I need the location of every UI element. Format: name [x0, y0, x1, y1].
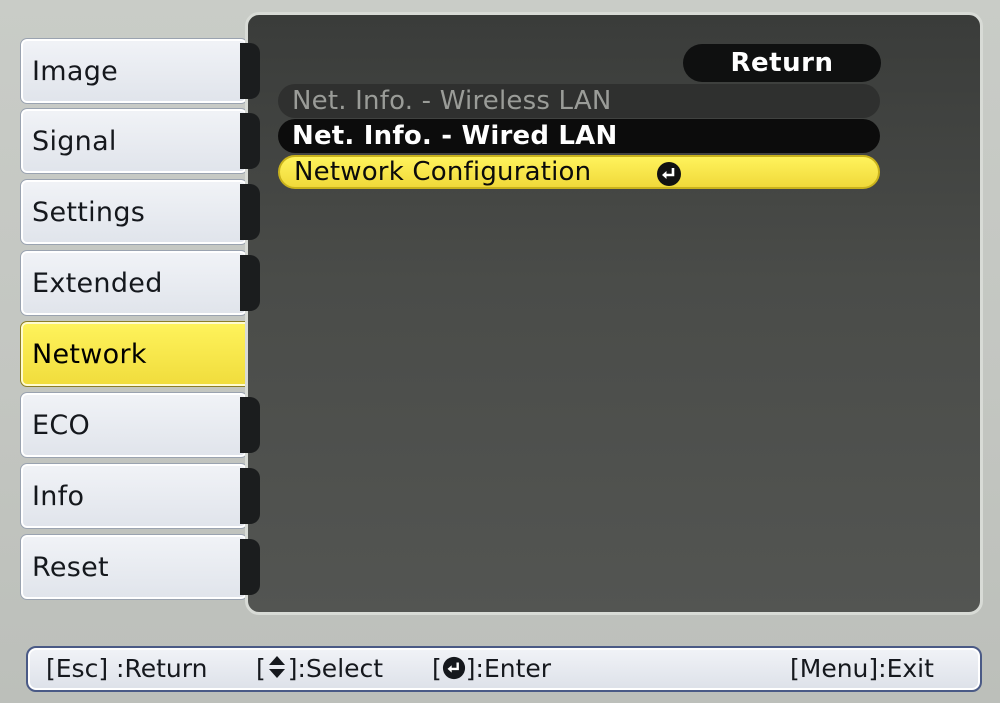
- tab-divider: [240, 468, 260, 524]
- tab-signal[interactable]: Signal: [20, 108, 248, 174]
- tab-reset[interactable]: Reset: [20, 534, 248, 600]
- enter-icon: [442, 656, 465, 680]
- tab-image[interactable]: Image: [20, 38, 248, 104]
- menu-key: [Menu]: [790, 654, 879, 683]
- esc-hint: [Esc] :Return: [46, 648, 207, 690]
- esc-action: :Return: [116, 654, 208, 683]
- menu-action: :Exit: [878, 654, 934, 683]
- select-hint: [ ]:Select: [256, 648, 383, 690]
- tab-label: Signal: [32, 126, 117, 157]
- enter-close: ]:Enter: [465, 654, 552, 683]
- enter-hint: [ ]:Enter: [432, 648, 551, 690]
- tab-divider: [240, 43, 260, 99]
- tab-divider: [240, 113, 260, 169]
- tab-divider: [240, 539, 260, 595]
- tab-label: ECO: [32, 410, 91, 441]
- tab-label: Info: [32, 481, 85, 512]
- tab-label: Extended: [32, 268, 163, 299]
- select-open: [: [256, 654, 266, 683]
- tab-divider: [240, 255, 260, 311]
- enter-icon: [657, 162, 681, 186]
- menu-item-network-configuration[interactable]: Network Configuration: [278, 155, 880, 189]
- tab-label: Settings: [32, 197, 146, 228]
- tab-extended[interactable]: Extended: [20, 250, 248, 316]
- help-bar: [Esc] :Return [ ]:Select [ ]:Enter [Menu]:…: [26, 646, 982, 692]
- tab-divider: [240, 397, 260, 453]
- tab-label: Network: [32, 339, 147, 370]
- enter-open: [: [432, 654, 442, 683]
- tab-settings[interactable]: Settings: [20, 179, 248, 245]
- menu-hint: [Menu]:Exit: [790, 648, 934, 690]
- tab-eco[interactable]: ECO: [20, 392, 248, 458]
- tab-info[interactable]: Info: [20, 463, 248, 529]
- tab-label: Reset: [32, 552, 109, 583]
- menu-item-net-info-wireless-lan: Net. Info. - Wireless LAN: [278, 84, 880, 118]
- up-down-arrow-icon: [268, 656, 285, 678]
- tab-divider: [240, 184, 260, 240]
- tab-network[interactable]: Network: [20, 321, 260, 387]
- esc-key: [Esc]: [46, 654, 109, 683]
- menu-item-net-info-wired-lan[interactable]: Net. Info. - Wired LAN: [278, 119, 880, 153]
- return-button[interactable]: Return: [683, 44, 881, 82]
- tab-label: Image: [32, 56, 119, 87]
- select-close: ]:Select: [287, 654, 384, 683]
